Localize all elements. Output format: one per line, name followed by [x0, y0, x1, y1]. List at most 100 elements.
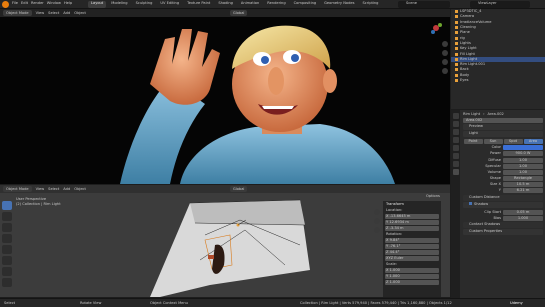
object-type-icon: [455, 15, 458, 19]
mode-selector[interactable]: Object Mode: [3, 10, 32, 16]
camera-view-icon[interactable]: [442, 59, 448, 65]
view-layer-selector[interactable]: ViewLayer: [470, 1, 530, 8]
property-value-field[interactable]: 6.21 m: [503, 188, 543, 194]
workspace-tab-uv-editing[interactable]: UV Editing: [157, 1, 182, 8]
outliner-row[interactable]: Eyes: [451, 78, 545, 83]
pan-icon[interactable]: [442, 50, 448, 56]
blender-logo-icon[interactable]: [2, 1, 9, 8]
view-menu[interactable]: View: [36, 11, 45, 16]
workspace-tab-rendering[interactable]: Rendering: [264, 1, 288, 8]
object-menu-bottom[interactable]: Object: [74, 187, 86, 192]
rotation-z-field[interactable]: Z 44.4°: [385, 250, 439, 255]
shadow-checkbox[interactable]: [469, 202, 472, 206]
move-tool-icon[interactable]: [2, 223, 12, 232]
workspace-tab-modeling[interactable]: Modeling: [108, 1, 130, 8]
select-menu-bottom[interactable]: Select: [48, 187, 59, 192]
light-data-tab-icon[interactable]: [452, 169, 459, 175]
scene-tab-icon[interactable]: [452, 137, 459, 143]
render-tab-icon[interactable]: [452, 121, 459, 127]
workspace-tab-scripting[interactable]: Scripting: [359, 1, 381, 8]
outliner-item-label: Body: [460, 72, 470, 77]
transform-orientation[interactable]: Global: [229, 10, 248, 16]
annotate-tool-icon[interactable]: [2, 267, 12, 276]
object-type-icon: [455, 68, 458, 72]
workspace-tab-texture-paint[interactable]: Texture Paint: [184, 1, 213, 8]
constraints-tab-icon[interactable]: [452, 161, 459, 167]
world-tab-icon[interactable]: [452, 145, 459, 151]
breadcrumb-data: Area.002: [487, 111, 504, 116]
scene-selector[interactable]: Scene: [398, 1, 450, 8]
light-type-point-button[interactable]: Point: [463, 138, 483, 144]
grid-icon[interactable]: [442, 68, 448, 74]
rotate-tool-icon[interactable]: [2, 234, 12, 243]
scale-y-field[interactable]: Y 1.000: [385, 274, 439, 279]
light-type-sun-button[interactable]: Sun: [483, 138, 503, 144]
menu-edit[interactable]: Edit: [21, 1, 28, 6]
property-value-field[interactable]: [503, 145, 543, 151]
tool-tab-icon[interactable]: [452, 113, 459, 119]
add-menu-bottom[interactable]: Add: [63, 187, 70, 192]
custom-distance-panel[interactable]: Custom Distance: [463, 195, 543, 202]
property-value-field[interactable]: 10.5 m: [503, 182, 543, 188]
menu-help[interactable]: Help: [64, 1, 72, 6]
location-x-field[interactable]: X -13.6645 m: [385, 214, 439, 219]
property-value-field[interactable]: 0.05 m: [503, 209, 543, 215]
menu-file[interactable]: File: [12, 1, 18, 6]
mode-selector-bottom[interactable]: Object Mode: [3, 186, 32, 192]
navigation-gizmo-icon[interactable]: [428, 20, 444, 36]
property-value-field[interactable]: 900.0 W: [503, 151, 543, 157]
property-value-field[interactable]: 1.00: [503, 157, 543, 163]
options-button[interactable]: Options: [426, 194, 440, 199]
zoom-icon[interactable]: [374, 209, 380, 215]
select-tool-icon[interactable]: [2, 201, 12, 210]
location-y-field[interactable]: Y 12.6934 m: [385, 220, 439, 225]
light-type-area-button[interactable]: Area: [523, 138, 543, 144]
view-menu-bottom[interactable]: View: [36, 187, 45, 192]
viewport-layout[interactable]: Object Mode View Select Add Object Globa…: [0, 185, 450, 297]
pan-icon[interactable]: [374, 218, 380, 224]
zoom-icon[interactable]: [442, 41, 448, 47]
workspace-tab-sculpting[interactable]: Sculpting: [133, 1, 156, 8]
workspace-tab-animation[interactable]: Animation: [238, 1, 262, 8]
select-menu[interactable]: Select: [48, 11, 59, 16]
workspace-tab-layout[interactable]: Layout: [88, 1, 107, 8]
light-type-spot-button[interactable]: Spot: [503, 138, 523, 144]
shadow-panel[interactable]: Shadow: [463, 202, 543, 209]
contact-shadows-panel[interactable]: Contact Shadows: [463, 222, 543, 229]
workspace-tab-compositing[interactable]: Compositing: [291, 1, 320, 8]
properties-content: Rim Light › Area.002 Area.002 Preview Ligh…: [461, 111, 545, 236]
property-value-field[interactable]: 1.00: [503, 169, 543, 175]
camera-view-icon[interactable]: [374, 227, 380, 233]
cursor-tool-icon[interactable]: [2, 212, 12, 221]
scale-z-field[interactable]: Z 1.000: [385, 280, 439, 285]
workspace-tab-shading[interactable]: Shading: [215, 1, 236, 8]
rotation-x-field[interactable]: X 9.84°: [385, 238, 439, 243]
light-panel[interactable]: Light: [463, 131, 543, 138]
location-z-field[interactable]: Z -3.34 m: [385, 226, 439, 231]
property-label: Power: [490, 151, 501, 156]
property-value-field[interactable]: 1.000: [503, 215, 543, 221]
preview-panel[interactable]: Preview: [463, 124, 543, 131]
scale-x-field[interactable]: X 1.000: [385, 268, 439, 273]
object-menu[interactable]: Object: [74, 11, 86, 16]
object-tab-icon[interactable]: [452, 153, 459, 159]
outliner-item-label: rig: [460, 35, 465, 40]
datablock-name-field[interactable]: Area.002: [463, 117, 543, 123]
property-value-field[interactable]: 1.00: [503, 163, 543, 169]
measure-tool-icon[interactable]: [2, 278, 12, 287]
property-value-field[interactable]: Rectangle: [503, 176, 543, 182]
object-type-icon: [455, 57, 458, 61]
transform-orientation-bottom[interactable]: Global: [229, 186, 248, 192]
menu-window[interactable]: Window: [47, 1, 61, 6]
viewport-render[interactable]: Object Mode View Select Add Object Globa…: [0, 9, 450, 184]
workspace-tab-geometry-nodes[interactable]: Geometry Nodes: [321, 1, 357, 8]
rotation-mode-select[interactable]: XYZ Euler: [385, 256, 439, 261]
output-tab-icon[interactable]: [452, 129, 459, 135]
menu-render[interactable]: Render: [31, 1, 44, 6]
scale-tool-icon[interactable]: [2, 245, 12, 254]
transform-tool-icon[interactable]: [2, 256, 12, 265]
viewport-navigation: [442, 41, 448, 74]
add-menu[interactable]: Add: [63, 11, 70, 16]
rotation-y-field[interactable]: Y -76.1°: [385, 244, 439, 249]
custom-properties-panel[interactable]: Custom Properties: [463, 229, 543, 236]
